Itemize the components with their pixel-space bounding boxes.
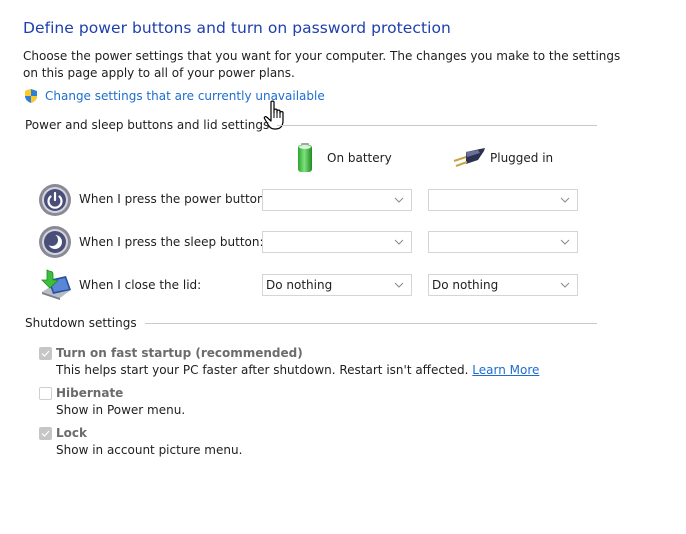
lock-option: Lock [39,426,87,440]
learn-more-link[interactable]: Learn More [472,363,539,377]
close-lid-plugged-in-select[interactable]: Do nothing [428,274,578,296]
hibernate-checkbox[interactable] [39,386,52,400]
hibernate-label: Hibernate [56,386,124,400]
fast-startup-checkbox[interactable] [39,346,52,360]
shutdown-section-title: Shutdown settings [25,316,137,330]
page-description: Choose the power settings that you want … [23,49,621,80]
fast-startup-option: Turn on fast startup (recommended) [39,346,303,360]
plugged-in-label: Plugged in [490,151,554,165]
sleep-button-icon [39,226,71,258]
shutdown-section-heading: Shutdown settings [25,316,597,330]
column-header-on-battery: On battery [296,142,392,174]
power-section-title: Power and sleep buttons and lid settings [25,118,270,132]
power-button-row [38,183,72,220]
checkmark-icon [41,430,50,437]
lock-label: Lock [56,426,87,440]
hibernate-option: Hibernate [39,386,123,400]
on-battery-label: On battery [327,151,392,165]
close-lid-on-battery-select[interactable]: Do nothing [262,274,412,296]
close-lid-row [38,268,72,305]
power-section-heading: Power and sleep buttons and lid settings [25,118,597,132]
chevron-down-icon [394,282,404,288]
checkmark-icon [41,350,50,357]
fast-startup-description: This helps start your PC faster after sh… [56,363,540,377]
fast-startup-label: Turn on fast startup (recommended) [56,346,303,360]
uac-shield-icon [25,89,37,103]
section-divider [144,322,597,324]
power-plug-icon [453,148,485,167]
chevron-down-icon [394,197,404,203]
power-button-label: When I press the power button: [79,192,269,206]
lock-checkbox[interactable] [39,426,52,440]
lock-description: Show in account picture menu. [56,443,243,457]
close-lid-icon [41,269,71,300]
close-lid-label: When I close the lid: [79,278,202,292]
chevron-down-icon [560,282,570,288]
sleep-button-label: When I press the sleep button: [79,235,264,249]
change-unavailable-settings[interactable]: Change settings that are currently unava… [23,88,325,104]
chevron-down-icon [560,239,570,245]
hibernate-description: Show in Power menu. [56,403,186,417]
power-button-icon [39,184,71,216]
sleep-button-plugged-in-select[interactable] [428,231,578,253]
sleep-button-on-battery-select[interactable] [262,231,412,253]
sleep-button-row [38,225,72,262]
section-divider [277,124,597,126]
column-header-plugged-in: Plugged in [452,148,553,168]
power-button-on-battery-select[interactable] [262,189,412,211]
chevron-down-icon [394,239,404,245]
chevron-down-icon [560,197,570,203]
page-title: Define power buttons and turn on passwor… [23,19,451,37]
power-button-plugged-in-select[interactable] [428,189,578,211]
change-settings-link[interactable]: Change settings that are currently unava… [45,89,325,103]
battery-icon [298,143,312,172]
